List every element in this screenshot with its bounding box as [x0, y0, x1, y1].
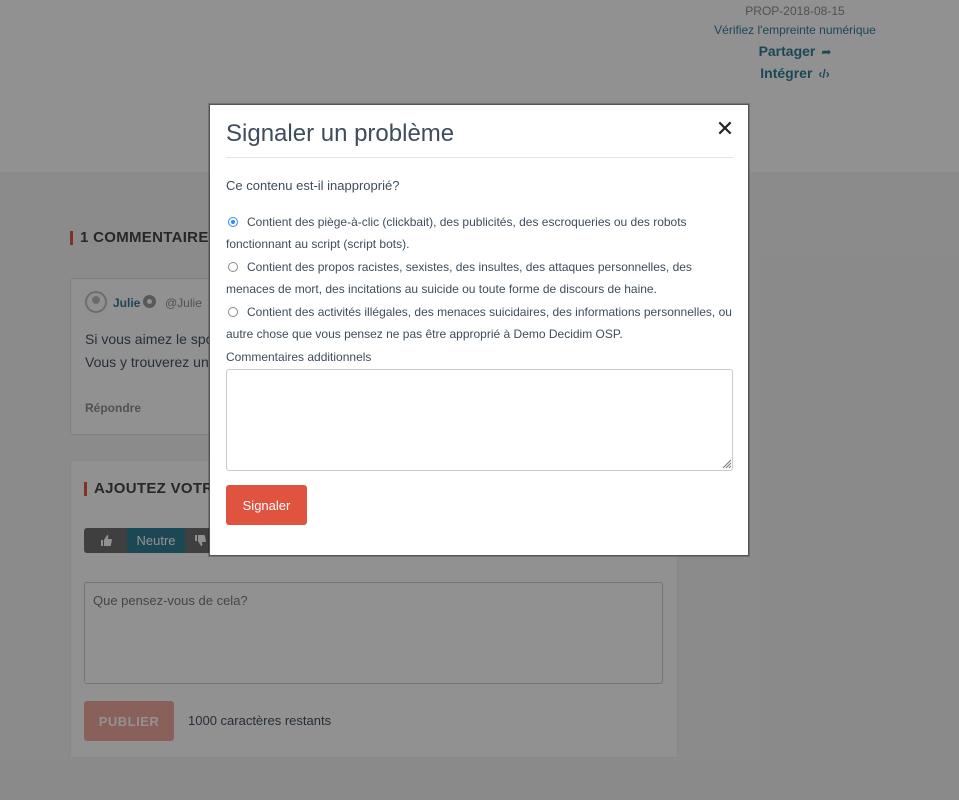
- report-option-offensive-label: Contient des propos racistes, sexistes, …: [226, 260, 692, 296]
- radio-spam[interactable]: [228, 217, 238, 227]
- modal-title: Signaler un problème: [226, 120, 455, 147]
- report-submit-button[interactable]: Signaler: [226, 485, 307, 525]
- report-option-spam[interactable]: Contient des piège-à-clic (clickbait), d…: [226, 211, 736, 255]
- report-option-illegal[interactable]: Contient des activités illégales, des me…: [226, 301, 736, 345]
- close-icon[interactable]: ✕: [713, 117, 737, 141]
- report-option-spam-label: Contient des piège-à-clic (clickbait), d…: [226, 215, 687, 251]
- radio-illegal[interactable]: [228, 307, 238, 317]
- additional-comments-label: Commentaires additionnels: [226, 350, 372, 364]
- resize-handle-icon[interactable]: [720, 457, 732, 469]
- modal-divider: [226, 157, 733, 158]
- radio-offensive[interactable]: [228, 262, 238, 272]
- report-option-illegal-label: Contient des activités illégales, des me…: [226, 305, 732, 341]
- report-question: Ce contenu est-il inapproprié?: [226, 178, 400, 193]
- report-modal: Signaler un problème ✕ Ce contenu est-il…: [209, 104, 749, 556]
- report-option-offensive[interactable]: Contient des propos racistes, sexistes, …: [226, 256, 736, 300]
- additional-comments-input[interactable]: [226, 369, 733, 471]
